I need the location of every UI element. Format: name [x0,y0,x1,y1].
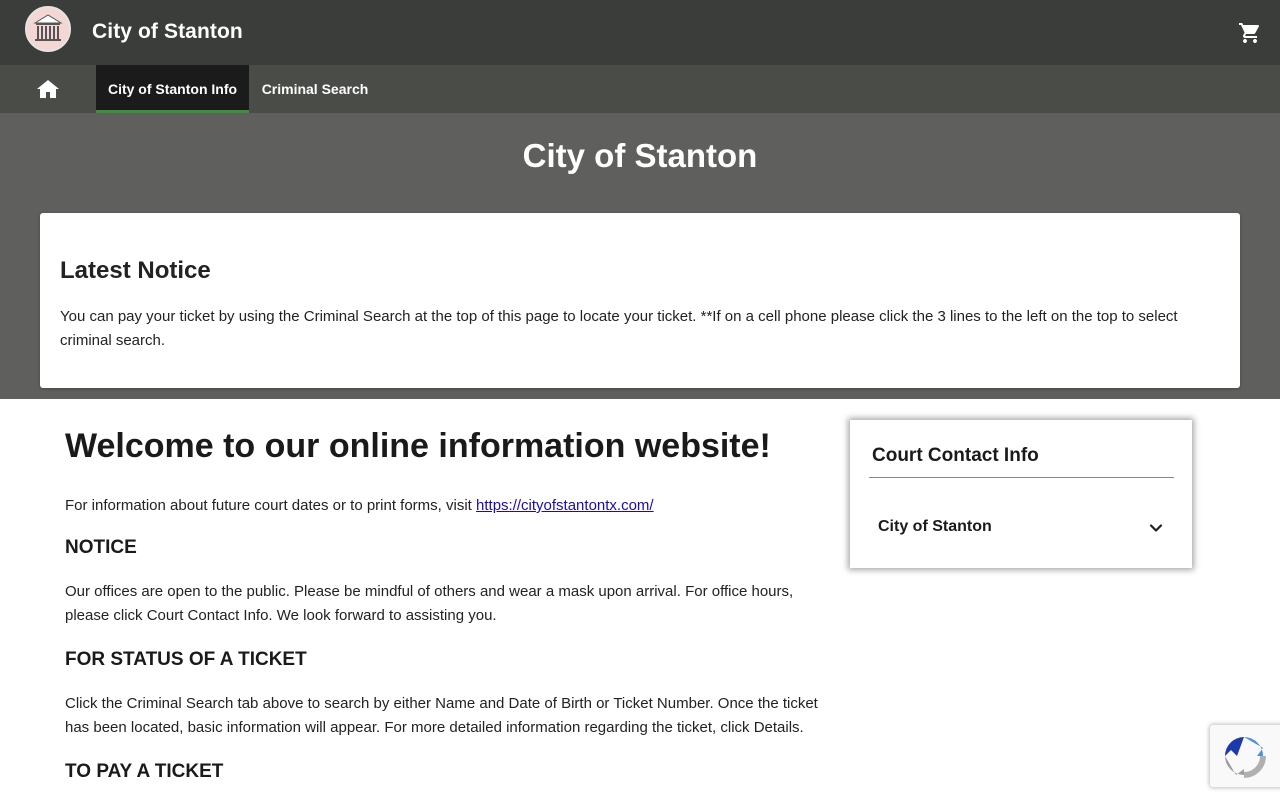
notice-body: You can pay your ticket by using the Cri… [60,308,1178,349]
website-link[interactable]: https://cityofstantontx.com/ [476,497,654,514]
section-heading: FOR STATUS OF A TICKET [65,649,307,670]
intro-paragraph: For information about future court dates… [65,494,825,518]
courthouse-logo-icon[interactable] [25,6,71,52]
court-contact-card: Court Contact Info City of Stanton [850,420,1192,568]
recaptcha-badge[interactable] [1210,725,1280,787]
intro-text: For information about future court dates… [65,497,477,514]
latest-notice-card: Latest Notice You can pay your ticket by… [40,213,1240,388]
home-icon[interactable] [36,78,60,100]
accordion-label: City of Stanton [878,518,992,535]
tab-city-info[interactable]: City of Stanton Info [96,65,249,113]
chevron-down-icon[interactable] [1148,520,1164,536]
cart-icon[interactable] [1238,21,1262,45]
recaptcha-icon [1225,737,1266,778]
main-content: Welcome to our online information websit… [65,420,825,783]
site-title[interactable]: City of Stanton [92,20,243,44]
section-heading: NOTICE [65,537,137,558]
tab-criminal-search[interactable]: Criminal Search [251,65,379,113]
divider [869,477,1174,478]
section-body: Click the Criminal Search tab above to s… [65,695,818,736]
section-body: Our offices are open to the public. Plea… [65,583,794,624]
top-app-bar: City of Stanton [0,0,1280,65]
city-accordion[interactable]: City of Stanton [869,508,1174,548]
welcome-heading: Welcome to our online information websit… [65,427,771,465]
page-title: City of Stanton [522,137,758,174]
notice-title: Latest Notice [60,257,211,284]
nav-bar: City of Stanton Info Criminal Search [0,65,1280,113]
contact-card-title: Court Contact Info [872,445,1039,466]
section-heading: TO PAY A TICKET [65,761,224,782]
hero-banner: City of Stanton Latest Notice You can pa… [0,113,1280,399]
